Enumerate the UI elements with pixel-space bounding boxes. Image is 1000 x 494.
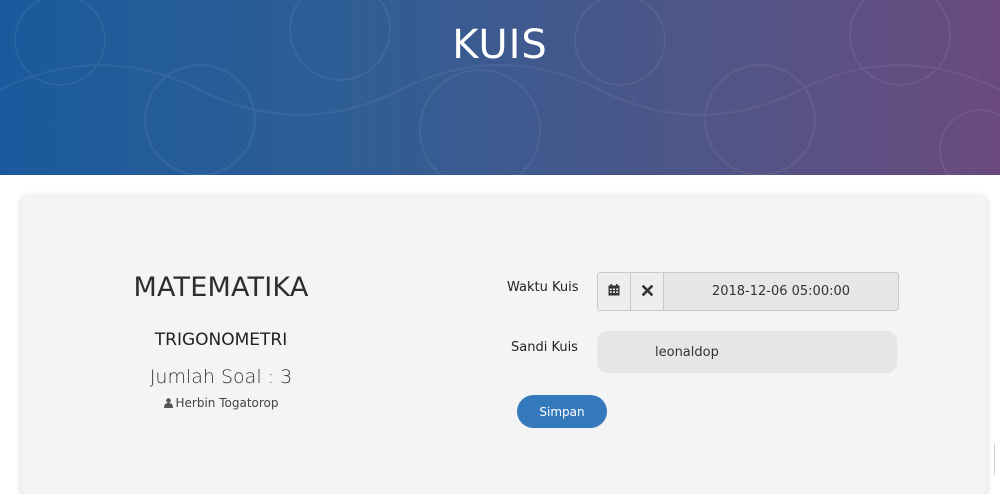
page-header: KUIS — [0, 0, 1000, 175]
time-label: Waktu Kuis — [507, 280, 579, 295]
quiz-password-input[interactable]: leonaldop — [597, 331, 897, 373]
page-title: KUIS — [452, 22, 548, 68]
calendar-icon — [608, 283, 620, 301]
quiz-topic: TRIGONOMETRI — [154, 330, 288, 350]
quiz-time-picker: 2018-12-06 05:00:00 — [597, 272, 899, 311]
quiz-time-input[interactable]: 2018-12-06 05:00:00 — [664, 273, 898, 310]
password-label: Sandi Kuis — [511, 340, 578, 355]
calendar-button[interactable] — [598, 273, 631, 310]
question-count: Jumlah Soal : 3 — [149, 366, 293, 388]
quiz-author: Herbin Togatorop — [121, 396, 321, 411]
scrollbar-edge — [994, 443, 1000, 475]
close-icon — [641, 283, 653, 301]
save-button[interactable]: Simpan — [517, 395, 607, 428]
quiz-card: MATEMATIKA TRIGONOMETRI Jumlah Soal : 3 … — [21, 194, 987, 494]
user-icon — [163, 397, 173, 411]
quiz-subject: MATEMATIKA — [133, 272, 309, 303]
clear-time-button[interactable] — [631, 273, 664, 310]
author-name: Herbin Togatorop — [175, 396, 279, 410]
